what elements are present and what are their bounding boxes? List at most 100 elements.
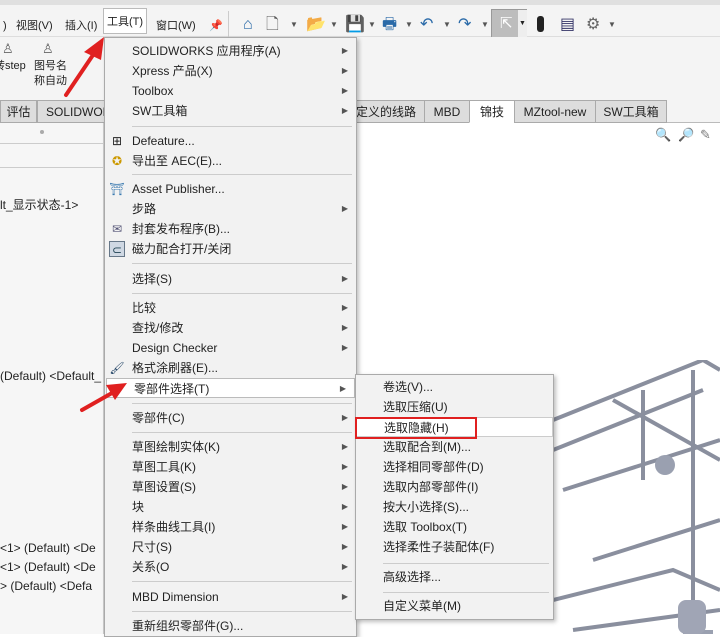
- tree-item[interactable]: <1> (Default) <De: [0, 541, 96, 555]
- submenu-item-advanced-select[interactable]: 高级选择...: [356, 567, 553, 587]
- ribbon-button-step[interactable]: ♙ 转step: [0, 39, 30, 97]
- submenu-arrow-icon: ▶: [341, 442, 348, 451]
- zoom-area-icon[interactable]: 🔎: [678, 127, 694, 143]
- submenu-item-select-mated-to[interactable]: 选取配合到(M)...: [356, 437, 553, 457]
- menu-item-label: 尺寸(S): [132, 540, 172, 554]
- menu-item-compare[interactable]: 比较 ▶: [105, 298, 356, 318]
- submenu-item-select-identical[interactable]: 选择相同零部件(D): [356, 457, 553, 477]
- ribbon-button-drawing-name[interactable]: ♙ 图号名 称自动: [32, 39, 72, 97]
- menu-tools[interactable]: 工具(T): [103, 8, 148, 34]
- menu-separator: [132, 263, 352, 264]
- menu-bar: ) 视图(V) 插入(I) 工具(T) 窗口(W) 📌 ⌂ 🗋 ▼ 📂 ▼ 💾 ▼ 🖶…: [0, 0, 720, 39]
- traffic-light-icon[interactable]: [537, 16, 544, 32]
- menu-item-sketch-tools[interactable]: 草图工具(K) ▶: [105, 457, 356, 477]
- menu-item-component-selection[interactable]: 零部件选择(T) ▶: [106, 378, 355, 398]
- menu-item-toolbox[interactable]: Toolbox ▶: [105, 81, 356, 101]
- tree-item[interactable]: > (Default) <Defa: [0, 579, 92, 593]
- dropdown-arrow-icon[interactable]: ▼: [443, 13, 451, 37]
- menu-item-label: Asset Publisher...: [132, 182, 225, 196]
- tree-item[interactable]: (Default) <Default_: [0, 369, 101, 383]
- submenu-arrow-icon: ▶: [341, 86, 348, 95]
- tab-evaluate[interactable]: 评估: [0, 100, 37, 123]
- submenu-item-customize-menu[interactable]: 自定义菜单(M): [356, 596, 553, 616]
- menu-item-component[interactable]: 零部件(C) ▶: [105, 408, 356, 428]
- pin-icon[interactable]: 📌: [206, 13, 226, 39]
- model-beam: [592, 518, 720, 562]
- menu-item-magnetic-mates[interactable]: ⊂ 磁力配合打开/关闭: [105, 239, 356, 259]
- menu-item-export-aec[interactable]: ✪ 导出至 AEC(E)...: [105, 151, 356, 171]
- redo-icon[interactable]: ↷: [458, 13, 471, 37]
- undo-icon[interactable]: ↶: [420, 13, 433, 37]
- print-icon[interactable]: 🖶: [382, 13, 397, 37]
- dropdown-arrow-icon[interactable]: ▼: [368, 13, 376, 37]
- user-icon: ♙: [2, 41, 14, 56]
- paint-brush-icon: 🖌: [109, 361, 125, 375]
- menu-item-label: 比较: [132, 301, 157, 315]
- submenu-item-select-internal[interactable]: 选取内部零部件(I): [356, 477, 553, 497]
- dropdown-arrow-icon[interactable]: ▼: [518, 10, 527, 37]
- menu-item-solidworks-apps[interactable]: SOLIDWORKS 应用程序(A) ▶: [105, 41, 356, 61]
- menu-item-sketch-entities[interactable]: 草图绘制实体(K) ▶: [105, 437, 356, 457]
- menu-insert[interactable]: 插入(I): [62, 13, 100, 39]
- menu-item-prev[interactable]: ): [0, 13, 10, 39]
- menu-window[interactable]: 窗口(W): [153, 13, 199, 39]
- divider: [228, 11, 229, 37]
- menu-item-format-painter[interactable]: 🖌 格式涂刷器(E)...: [105, 358, 356, 378]
- menu-item-spline-tools[interactable]: 样条曲线工具(I) ▶: [105, 517, 356, 537]
- tab-mztool-new[interactable]: MZtool-new: [514, 100, 596, 123]
- submenu-item-select-flexible[interactable]: 选择柔性子装配体(F): [356, 537, 553, 557]
- dropdown-arrow-icon[interactable]: ▼: [330, 13, 338, 37]
- tab-sw-toolbox[interactable]: SW工具箱: [595, 100, 667, 123]
- save-icon[interactable]: 💾: [345, 13, 365, 37]
- submenu-arrow-icon: ▶: [341, 502, 348, 511]
- menu-item-relations[interactable]: 关系(O ▶: [105, 557, 356, 577]
- model-motor: [655, 455, 675, 475]
- menu-item-reorganize-components[interactable]: 重新组织零部件(G)...: [105, 616, 356, 636]
- menu-item-asset-publisher[interactable]: ⛩ Asset Publisher...: [105, 179, 356, 199]
- submenu-item-select-by-size[interactable]: 按大小选择(S)...: [356, 497, 553, 517]
- menu-item-design-checker[interactable]: Design Checker ▶: [105, 338, 356, 358]
- gear-icon[interactable]: ⚙: [586, 13, 600, 37]
- menu-item-defeature[interactable]: ⊞ Defeature...: [105, 131, 356, 151]
- 3d-model-viewport[interactable]: [553, 360, 720, 634]
- previous-view-icon[interactable]: ✎: [700, 127, 711, 143]
- submenu-item-select-toolbox[interactable]: 选取 Toolbox(T): [356, 517, 553, 537]
- model-pipe-fitting: [678, 600, 706, 634]
- menu-item-label: 封套发布程序(B)...: [132, 222, 230, 236]
- menu-item-sw-toolbox[interactable]: SW工具箱 ▶: [105, 101, 356, 121]
- home-icon[interactable]: ⌂: [243, 13, 253, 37]
- open-icon[interactable]: 📂: [306, 13, 326, 37]
- new-file-icon[interactable]: 🗋: [266, 13, 279, 37]
- menu-item-xpress[interactable]: Xpress 产品(X) ▶: [105, 61, 356, 81]
- ribbon-label: 转step: [0, 60, 26, 72]
- menu-item-blocks[interactable]: 块 ▶: [105, 497, 356, 517]
- tab-mbd[interactable]: MBD: [424, 100, 470, 123]
- tree-item[interactable]: <1> (Default) <De: [0, 560, 96, 574]
- menu-item-sketch-settings[interactable]: 草图设置(S) ▶: [105, 477, 356, 497]
- menu-item-envelope-publisher[interactable]: ✉ 封套发布程序(B)...: [105, 219, 356, 239]
- submenu-arrow-icon: ▶: [341, 46, 348, 55]
- dropdown-arrow-icon[interactable]: ▼: [481, 13, 489, 37]
- menu-item-routing[interactable]: 步路 ▶: [105, 199, 356, 219]
- submenu-item-select-suppressed[interactable]: 选取压缩(U): [356, 397, 553, 417]
- splitter-handle[interactable]: [40, 130, 44, 134]
- menu-item-dimensions[interactable]: 尺寸(S) ▶: [105, 537, 356, 557]
- menu-item-select[interactable]: 选择(S) ▶: [105, 269, 356, 289]
- menu-item-mbd-dimension[interactable]: MBD Dimension ▶: [105, 587, 356, 607]
- model-beam: [553, 388, 704, 452]
- zoom-to-fit-icon[interactable]: 🔍: [655, 127, 671, 143]
- menu-separator: [132, 403, 352, 404]
- tab-jinji[interactable]: 锦技: [469, 100, 515, 123]
- options-list-icon[interactable]: ▤: [560, 13, 575, 37]
- submenu-item-volume-select[interactable]: 卷选(V)...: [356, 377, 553, 397]
- menu-view[interactable]: 视图(V): [13, 13, 56, 39]
- select-cursor-button[interactable]: ⇱ ▼: [491, 9, 527, 38]
- tree-item[interactable]: lt_显示状态-1>: [0, 196, 78, 213]
- menu-item-find-modify[interactable]: 查找/修改 ▶: [105, 318, 356, 338]
- dropdown-arrow-icon[interactable]: ▼: [290, 13, 298, 37]
- dropdown-arrow-icon[interactable]: ▼: [405, 13, 413, 37]
- dropdown-arrow-icon[interactable]: ▼: [608, 13, 616, 37]
- submenu-arrow-icon: ▶: [341, 592, 348, 601]
- menu-item-label: Xpress 产品(X): [132, 64, 213, 78]
- menu-item-label: 格式涂刷器(E)...: [132, 361, 218, 375]
